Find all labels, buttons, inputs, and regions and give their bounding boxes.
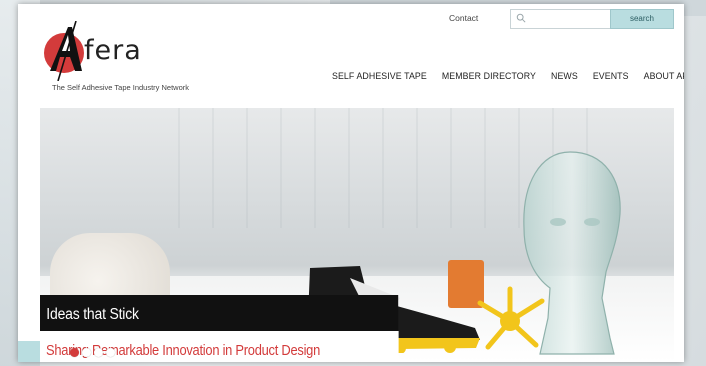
hero-subtitle: Sharing Remarkable Innovation in Product… bbox=[40, 331, 399, 362]
slider-dot-2[interactable] bbox=[82, 348, 91, 357]
search-field[interactable] bbox=[510, 9, 611, 29]
slider-dot-1[interactable] bbox=[70, 348, 79, 357]
slider-pagination bbox=[70, 348, 115, 357]
website-page: fera The Self Adhesive Tape Industry Net… bbox=[18, 4, 684, 362]
slider-dot-4[interactable] bbox=[106, 348, 115, 357]
slider-dot-3[interactable] bbox=[94, 348, 103, 357]
nav-events[interactable]: EVENTS bbox=[593, 71, 629, 81]
nav-about-afera[interactable]: ABOUT AFERA bbox=[644, 71, 684, 81]
hero-slider-image[interactable]: Ideas that Stick Sharing Remarkable Inno… bbox=[40, 108, 674, 362]
search-icon bbox=[516, 13, 526, 23]
afera-logo[interactable]: fera The Self Adhesive Tape Industry Net… bbox=[42, 21, 202, 92]
search-button[interactable]: search bbox=[610, 9, 674, 29]
nav-self-adhesive-tape[interactable]: SELF ADHESIVE TAPE bbox=[332, 71, 427, 81]
contact-link[interactable]: Contact bbox=[449, 13, 478, 23]
logo-tagline: The Self Adhesive Tape Industry Network bbox=[52, 83, 190, 92]
hero-glass-head-image bbox=[523, 151, 621, 355]
search-input[interactable] bbox=[529, 12, 611, 28]
main-navigation: SELF ADHESIVE TAPE MEMBER DIRECTORY NEWS… bbox=[332, 71, 684, 81]
nav-member-directory[interactable]: MEMBER DIRECTORY bbox=[442, 71, 536, 81]
teal-accent-block bbox=[18, 341, 40, 362]
logo-wordmark: fera bbox=[84, 35, 142, 66]
nav-news[interactable]: NEWS bbox=[551, 71, 578, 81]
hero-title: Ideas that Stick bbox=[40, 295, 399, 331]
